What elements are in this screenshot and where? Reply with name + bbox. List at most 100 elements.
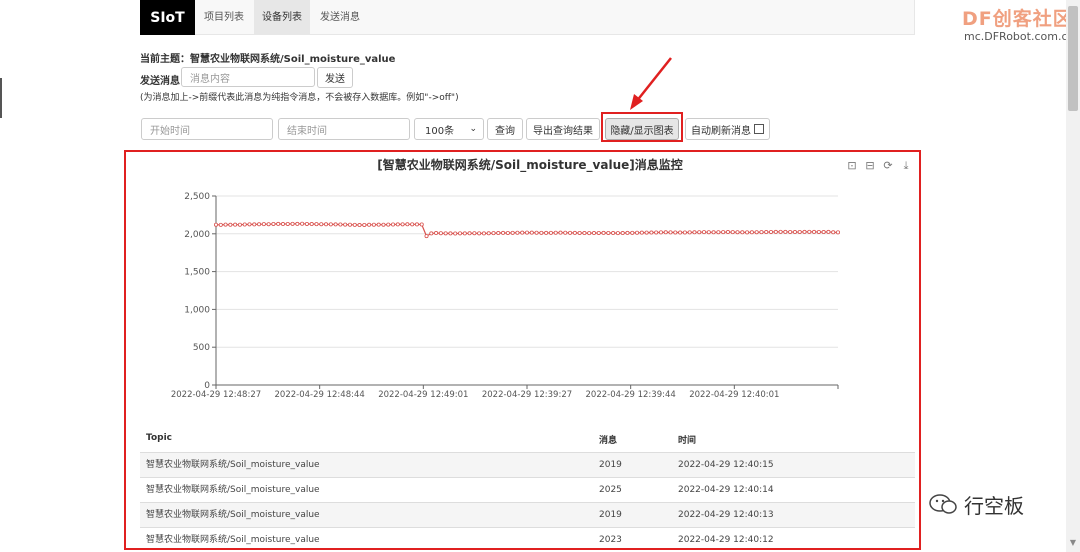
data-point	[658, 230, 663, 235]
data-point	[749, 230, 754, 235]
row-time: 2022-04-29 12:40:15	[678, 460, 774, 470]
auto-refresh-checkbox[interactable]	[754, 124, 764, 134]
data-point	[429, 231, 434, 236]
data-point	[706, 230, 711, 235]
nav-send-message[interactable]: 发送消息	[312, 0, 368, 35]
data-point	[467, 231, 472, 236]
table-header-time: 时间	[678, 436, 697, 446]
data-point	[654, 230, 659, 235]
data-point	[314, 222, 319, 227]
data-point	[568, 230, 573, 235]
start-time-input[interactable]: 开始时间	[141, 118, 273, 140]
data-point	[764, 230, 769, 235]
data-point	[520, 230, 525, 235]
row-topic: 智慧农业物联网系统/Soil_moisture_value	[146, 485, 320, 495]
data-point	[309, 222, 314, 227]
data-point	[347, 222, 352, 227]
data-point	[247, 222, 252, 227]
table-row: 智慧农业物联网系统/Soil_moisture_value 2025 2022-…	[140, 477, 915, 502]
current-topic-label: 当前主题：	[140, 54, 190, 65]
current-topic-value: 智慧农业物联网系统/Soil_moisture_value	[190, 54, 396, 65]
data-point	[395, 222, 400, 227]
zoom-icon[interactable]: ⊡	[846, 160, 858, 172]
data-point	[548, 230, 553, 235]
data-point	[697, 230, 702, 235]
data-point	[496, 231, 501, 236]
send-message-label: 发送消息	[140, 76, 180, 87]
data-point	[821, 230, 826, 235]
data-point	[443, 231, 448, 236]
data-point	[367, 222, 372, 227]
nav-device-list[interactable]: 设备列表	[254, 0, 310, 35]
data-point	[515, 230, 520, 235]
data-point	[228, 222, 233, 227]
data-point	[357, 223, 362, 228]
data-point	[745, 230, 750, 235]
data-point	[816, 229, 821, 234]
data-point	[386, 222, 391, 227]
zoom-reset-icon[interactable]: ⊟	[864, 160, 876, 172]
data-point	[304, 221, 309, 226]
data-point	[792, 230, 797, 235]
data-point	[405, 222, 410, 227]
data-point	[577, 230, 582, 235]
data-point	[735, 230, 740, 235]
data-point	[687, 230, 692, 235]
data-point	[711, 230, 716, 235]
scroll-down-icon[interactable]: ▼	[1068, 538, 1078, 548]
restore-icon[interactable]: ⟳	[882, 160, 894, 172]
data-point	[725, 230, 730, 235]
dfrobot-watermark-url: mc.DFRobot.com.cn	[964, 30, 1075, 43]
data-point	[352, 222, 357, 227]
row-time: 2022-04-29 12:40:14	[678, 485, 774, 495]
data-point	[285, 221, 290, 226]
data-point	[266, 222, 271, 227]
highlight-box-toggle-button	[601, 112, 683, 142]
auto-refresh-toggle[interactable]: 自动刷新消息	[685, 118, 770, 140]
data-point	[491, 231, 496, 236]
data-point	[524, 230, 529, 235]
limit-select[interactable]: 100条 ⌄	[414, 118, 484, 140]
end-time-input[interactable]: 结束时间	[278, 118, 410, 140]
line-chart[interactable]: 05001,0001,5002,0002,5002022-04-29 12:48…	[130, 180, 915, 405]
data-point	[343, 222, 348, 227]
brand-logo[interactable]: SIoT	[140, 0, 195, 35]
export-results-button[interactable]: 导出查询结果	[526, 118, 600, 140]
query-button[interactable]: 查询	[487, 118, 523, 140]
data-point	[754, 230, 759, 235]
nav-project-list[interactable]: 项目列表	[196, 0, 252, 35]
send-button[interactable]: 发送	[317, 67, 353, 88]
data-point	[371, 222, 376, 227]
data-point	[826, 229, 831, 234]
data-point	[630, 230, 635, 235]
row-time: 2022-04-29 12:40:13	[678, 510, 774, 520]
download-icon[interactable]: ⤓	[900, 160, 912, 172]
data-point	[434, 231, 439, 236]
data-point	[381, 222, 386, 227]
row-topic: 智慧农业物联网系统/Soil_moisture_value	[146, 535, 320, 545]
y-tick-label: 2,500	[184, 192, 210, 202]
data-point	[606, 230, 611, 235]
data-point	[477, 231, 482, 236]
x-tick-label: 2022-04-29 12:39:27	[482, 390, 572, 400]
data-point	[644, 230, 649, 235]
data-point	[400, 222, 405, 227]
wechat-watermark-text: 行空板	[964, 494, 1024, 518]
data-point	[639, 230, 644, 235]
y-tick-label: 500	[193, 343, 210, 353]
data-point	[553, 230, 558, 235]
data-point	[611, 231, 616, 236]
data-point	[410, 222, 415, 227]
data-point	[472, 231, 477, 236]
data-point	[218, 222, 223, 227]
data-point	[481, 231, 486, 236]
limit-select-value: 100条	[425, 125, 455, 137]
data-point	[242, 222, 247, 227]
x-tick-label: 2022-04-29 12:48:27	[171, 390, 261, 400]
data-point	[615, 231, 620, 236]
data-point	[333, 222, 338, 227]
message-content-input[interactable]: 消息内容	[181, 67, 315, 87]
scrollbar-thumb[interactable]	[1068, 6, 1078, 111]
data-point	[534, 230, 539, 235]
x-tick-label: 2022-04-29 12:48:44	[275, 390, 365, 400]
